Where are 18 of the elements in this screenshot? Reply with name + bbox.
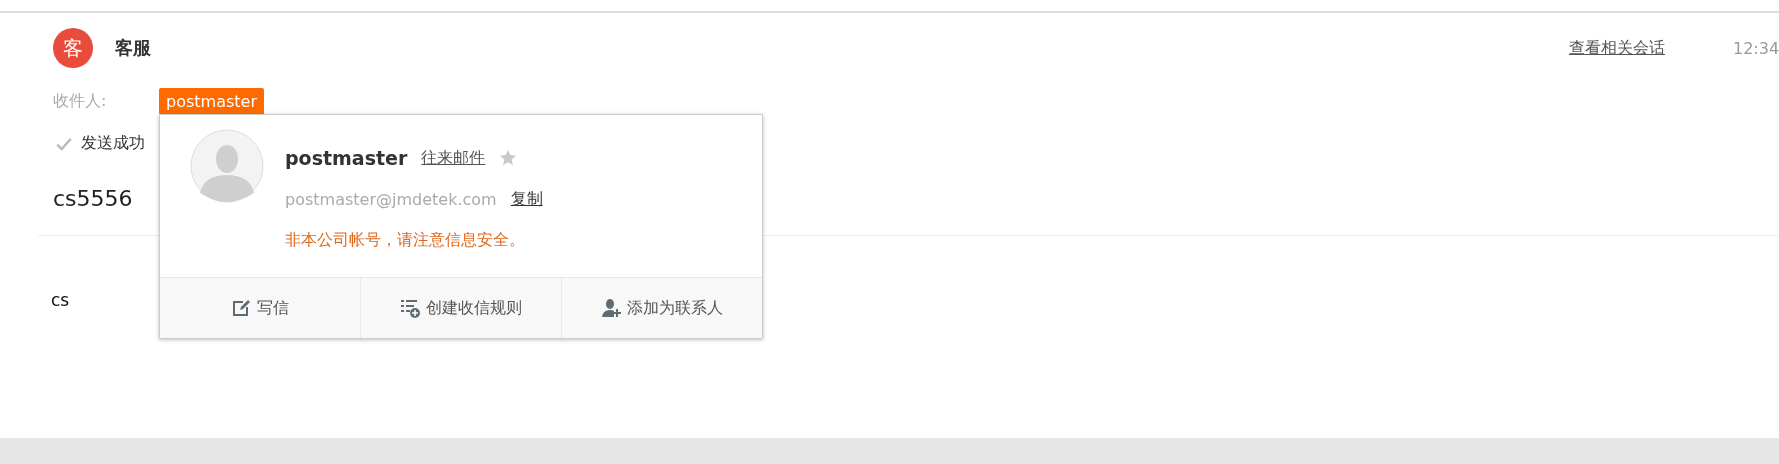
subject: cs5556 [53,186,133,211]
contact-email: postmaster@jmdetek.com [285,190,497,209]
body-text: cs [51,290,70,310]
warning-text: 非本公司帐号，请注意信息安全。 [285,230,526,251]
contact-name: postmaster [285,147,408,169]
star-icon[interactable] [499,149,518,167]
copy-link[interactable]: 复制 [510,189,543,210]
add-user-icon [601,298,621,318]
recipient-label: 收件人: [53,91,108,112]
edit-icon [231,298,251,318]
sender-avatar: 客 [53,28,93,68]
time: 12:34 [1733,38,1779,58]
list-plus-icon [400,298,420,318]
person-avatar-icon [190,129,264,203]
status-text: 发送成功 [81,133,145,154]
sender-name: 客服 [115,36,151,60]
related-conversations-link[interactable]: 查看相关会话 [1569,37,1665,59]
mail-history-link[interactable]: 往来邮件 [421,147,486,169]
